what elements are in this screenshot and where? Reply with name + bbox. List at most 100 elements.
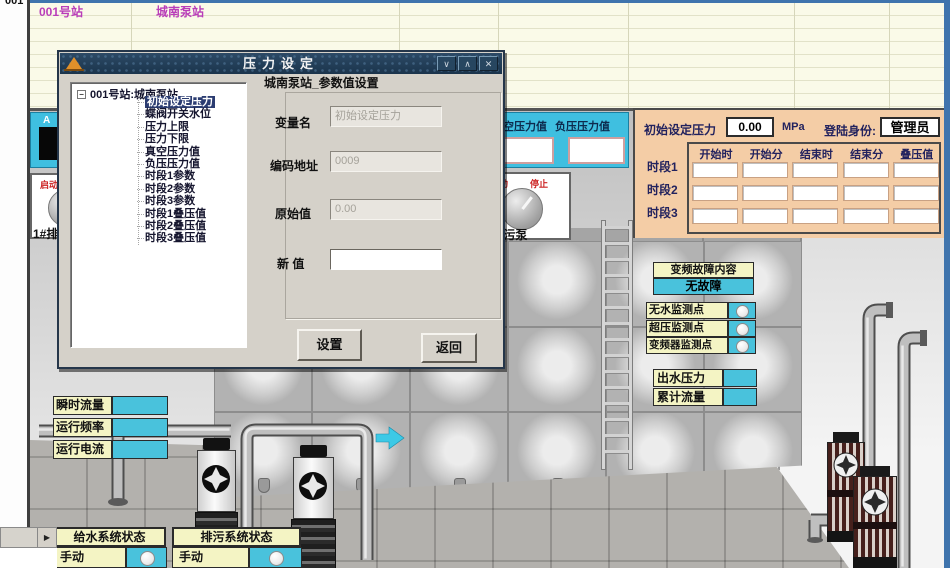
time-table-row-label: 时段3 [647, 204, 678, 221]
initial-pressure-label: 初始设定压力 [644, 121, 716, 138]
status-lamp-icon [140, 551, 155, 566]
minimize-button[interactable]: ∨ [437, 56, 456, 71]
variable-name-label: 变量名 [275, 114, 311, 131]
maximize-button[interactable]: ∧ [458, 56, 477, 71]
pump2-rotary-switch[interactable] [501, 188, 543, 230]
run-current-label: 运行电流 [53, 440, 112, 459]
return-button[interactable]: 返回 [421, 333, 477, 363]
run-frequency-value[interactable] [112, 418, 168, 437]
time-table-cell[interactable] [692, 185, 738, 201]
tree-collapse-icon[interactable]: − [77, 90, 86, 99]
time-table-cell[interactable] [742, 208, 788, 224]
time-table-cell[interactable] [843, 208, 889, 224]
time-table-cell[interactable] [692, 208, 738, 224]
tree-item-pressure-lower[interactable]: 压力下限 [145, 133, 244, 145]
fault-header: 变频故障内容 [653, 262, 754, 278]
unit-label: MPa [782, 121, 805, 133]
time-period-table: 开始时开始分结束时结束分叠压值 [687, 142, 941, 234]
original-value-field[interactable]: 0.00 [330, 199, 442, 220]
tree-item-initial-pressure[interactable]: 初始设定压力 [145, 96, 244, 108]
code-address-field[interactable]: 0009 [330, 151, 442, 172]
total-flow-value[interactable] [723, 388, 757, 406]
tree-item-stack2[interactable]: 时段2叠压值 [145, 220, 244, 232]
pressure-parameter-panel: 初始设定压力 0.00 MPa 登陆身份: 管理员 开始时开始分结束时结束分叠压… [633, 108, 944, 238]
tree-items: 初始设定压力 蝶阀开关水位 压力上限 压力下限 真空压力值 负压压力值 时段1参… [145, 96, 244, 245]
status-lamp-icon [736, 323, 749, 336]
negative-pressure-value[interactable] [568, 137, 625, 164]
time-table-cell[interactable] [742, 162, 788, 178]
time-table-column-header: 叠压值 [893, 146, 941, 162]
time-table-cell[interactable] [692, 162, 738, 178]
tree-item-period1[interactable]: 时段1参数 [145, 170, 244, 182]
total-flow-label: 累计流量 [653, 388, 723, 406]
sewage-status-header: 排污系统状态 [172, 527, 301, 547]
time-table-cell[interactable] [742, 185, 788, 201]
time-table-cell[interactable] [893, 162, 939, 178]
pump-cap [203, 438, 229, 450]
booster-pump-2-graphic [853, 466, 897, 568]
instant-flow-value[interactable] [112, 396, 168, 415]
variable-name-field[interactable]: 初始设定压力 [330, 106, 442, 127]
run-current-value[interactable] [112, 440, 168, 459]
pressure-setting-dialog: 压力设定 ∨ ∧ ✕ − 001号站:城南泵站 初始设定压力 蝶阀开关水位 压力… [57, 50, 505, 369]
pump-cap [833, 432, 860, 442]
outlet-pressure-value[interactable] [723, 369, 757, 387]
dialog-app-icon [66, 57, 82, 69]
pump-impeller-icon [201, 464, 231, 494]
corner-text: 001 [5, 0, 23, 7]
tree-item-stack3[interactable]: 时段3叠压值 [145, 232, 244, 244]
close-button[interactable]: ✕ [479, 56, 498, 71]
time-table-row-label: 时段2 [647, 181, 678, 198]
table-column-divider [794, 3, 795, 108]
window-top-border [30, 0, 944, 3]
flow-block: 瞬时流量 运行频率 运行电流 [53, 396, 169, 460]
monitor-point-label: 变频器监测点 [646, 337, 728, 354]
tree-item-pressure-upper[interactable]: 压力上限 [145, 121, 244, 133]
sewage-lamp-cell [249, 547, 302, 568]
dialog-titlebar[interactable]: 压力设定 ∨ ∧ ✕ [60, 53, 502, 74]
partial-label: A [43, 115, 50, 126]
time-table-column-header: 开始分 [742, 146, 790, 162]
time-table-cell[interactable] [792, 208, 838, 224]
original-value-label: 原始值 [275, 205, 311, 222]
monitor-point-label: 超压监测点 [646, 320, 728, 337]
time-table-cell[interactable] [792, 185, 838, 201]
time-table-cell[interactable] [843, 162, 889, 178]
time-table-cell[interactable] [843, 185, 889, 201]
sewage-mode-cell[interactable]: 手动 [172, 547, 249, 568]
tree-item-stack1[interactable]: 时段1叠压值 [145, 208, 244, 220]
tree-item-valve-level[interactable]: 蝶阀开关水位 [145, 108, 244, 120]
vacuum-pressure-value[interactable] [497, 137, 554, 164]
time-table-cell[interactable] [792, 162, 838, 178]
time-table-cell[interactable] [893, 185, 939, 201]
table-column-divider [628, 3, 629, 108]
monitor-points-block: 无水监测点 超压监测点 变频器监测点 [646, 302, 756, 355]
status-lamp-icon [736, 340, 749, 353]
outlet-pressure-label: 出水压力 [653, 369, 723, 387]
time-table-column-header: 结束时 [792, 146, 840, 162]
supply-status-header: 给水系统状态 [53, 527, 166, 547]
supply-lamp-cell [126, 547, 167, 568]
supply-system-status: 给水系统状态 手动 [53, 527, 168, 568]
pump-cap [860, 466, 891, 476]
left-side-panel: 001 [0, 0, 30, 568]
initial-pressure-value[interactable]: 0.00 [726, 117, 774, 137]
login-identity-value[interactable]: 管理员 [880, 117, 940, 137]
time-table-cell[interactable] [893, 208, 939, 224]
tree-item-period3[interactable]: 时段3参数 [145, 195, 244, 207]
station-name-cell[interactable]: 城南泵站 [156, 3, 204, 20]
tree-item-negative[interactable]: 负压压力值 [145, 158, 244, 170]
time-table-row-label: 时段1 [647, 158, 678, 175]
horizontal-scrollbar[interactable]: ▶ [0, 527, 57, 548]
supply-mode-cell[interactable]: 手动 [53, 547, 126, 568]
new-value-field[interactable] [330, 249, 442, 270]
station-id-cell[interactable]: 001号站 [39, 3, 83, 20]
dialog-title: 压力设定 [60, 53, 502, 74]
scada-screen: 001号站 城南泵站 [0, 0, 950, 568]
tree-item-period2[interactable]: 时段2参数 [145, 183, 244, 195]
scroll-right-arrow-icon[interactable]: ▶ [37, 528, 56, 547]
set-button[interactable]: 设置 [297, 329, 362, 361]
time-table-column-header: 开始时 [692, 146, 740, 162]
parameter-tree[interactable]: − 001号站:城南泵站 初始设定压力 蝶阀开关水位 压力上限 压力下限 真空压… [70, 82, 247, 348]
tree-item-vacuum[interactable]: 真空压力值 [145, 146, 244, 158]
